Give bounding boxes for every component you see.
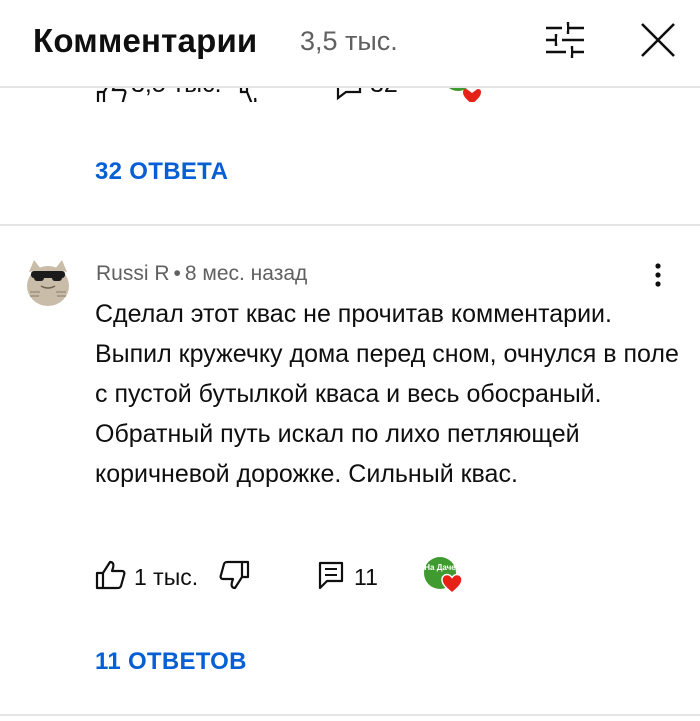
reply-count: 11 xyxy=(354,564,378,590)
previous-replies-link[interactable]: 32 ОТВЕТА xyxy=(95,158,228,186)
comment-time: 8 мес. назад xyxy=(184,262,308,285)
comment-text: Сделал этот квас не прочитав комментарии… xyxy=(95,300,679,488)
comment-count: 3,5 тыс. xyxy=(300,26,398,56)
creator-heart-badge: На Даче xyxy=(424,557,466,595)
avatar[interactable] xyxy=(24,256,72,306)
like-icon[interactable] xyxy=(95,560,127,590)
header-divider xyxy=(0,86,700,88)
comments-header: Комментарии 3,5 тыс. xyxy=(0,0,700,86)
comment-divider-bottom xyxy=(0,714,700,716)
close-icon[interactable] xyxy=(638,20,678,60)
like-count: 1 тыс. xyxy=(134,564,199,590)
reply-icon[interactable] xyxy=(318,561,344,591)
heart-icon xyxy=(441,573,463,594)
replies-link[interactable]: 11 ОТВЕТОВ xyxy=(95,648,247,676)
comment-divider xyxy=(0,224,700,226)
panel-title: Комментарии xyxy=(33,22,258,59)
comment-author[interactable]: Russi R xyxy=(96,262,170,285)
comment-meta: Russi R • 8 мес. назад xyxy=(96,262,307,286)
more-options-icon[interactable] xyxy=(648,262,668,290)
meta-separator: • xyxy=(173,262,181,285)
dislike-icon[interactable] xyxy=(218,560,250,590)
sliders-icon[interactable] xyxy=(544,20,586,60)
comment-actions: 1 тыс. 11 xyxy=(0,556,700,596)
